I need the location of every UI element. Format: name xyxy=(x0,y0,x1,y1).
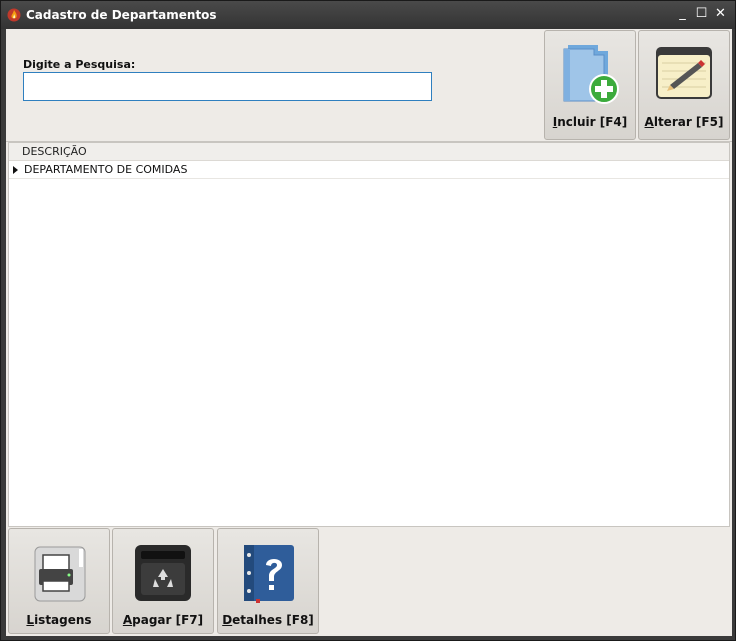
search-input[interactable] xyxy=(23,72,432,101)
row-indicator-icon xyxy=(13,166,18,174)
listagens-button[interactable]: Listagens xyxy=(8,528,110,634)
column-header-descricao[interactable]: DESCRIÇÃO xyxy=(9,143,729,161)
maximize-button[interactable]: ☐ xyxy=(695,6,708,22)
client-area: Digite a Pesquisa: Incluir [F4] Alterar … xyxy=(6,29,732,636)
folder-add-icon xyxy=(563,45,619,104)
search-label: Digite a Pesquisa: xyxy=(23,58,136,71)
title-bar[interactable]: Cadastro de Departamentos _ ☐ ✕ xyxy=(1,1,735,29)
recycle-bin-icon xyxy=(135,545,191,601)
apagar-button[interactable]: Apagar [F7] xyxy=(112,528,214,634)
detalhes-label: Detalhes [F8] xyxy=(222,613,314,627)
apagar-label: Apagar [F7] xyxy=(122,613,204,627)
flame-app-icon xyxy=(7,8,21,22)
incluir-button[interactable]: Incluir [F4] xyxy=(544,30,636,140)
printer-icon xyxy=(34,546,86,602)
close-button[interactable]: ✕ xyxy=(714,6,727,22)
incluir-label: Incluir [F4] xyxy=(552,115,628,129)
help-book-icon xyxy=(244,545,294,603)
detalhes-button[interactable]: Detalhes [F8] xyxy=(217,528,319,634)
minimize-button[interactable]: _ xyxy=(676,6,689,22)
notepad-pencil-icon xyxy=(656,47,712,99)
main-window: Cadastro de Departamentos _ ☐ ✕ Digite a… xyxy=(0,0,736,641)
cell-descricao: DEPARTAMENTO DE COMIDAS xyxy=(24,163,188,176)
departments-grid[interactable]: DESCRIÇÃO DEPARTAMENTO DE COMIDAS xyxy=(8,142,730,527)
table-row[interactable]: DEPARTAMENTO DE COMIDAS xyxy=(9,161,729,179)
window-title: Cadastro de Departamentos xyxy=(26,8,217,22)
search-panel: Digite a Pesquisa: Incluir [F4] Alterar … xyxy=(6,29,732,142)
alterar-label: Alterar [F5] xyxy=(644,115,724,129)
listagens-label: Listagens xyxy=(26,613,92,627)
window-controls: _ ☐ ✕ xyxy=(676,6,727,22)
alterar-button[interactable]: Alterar [F5] xyxy=(638,30,730,140)
bottom-toolbar: Listagens Apagar [F7] Detalhes [F8] xyxy=(6,527,732,636)
